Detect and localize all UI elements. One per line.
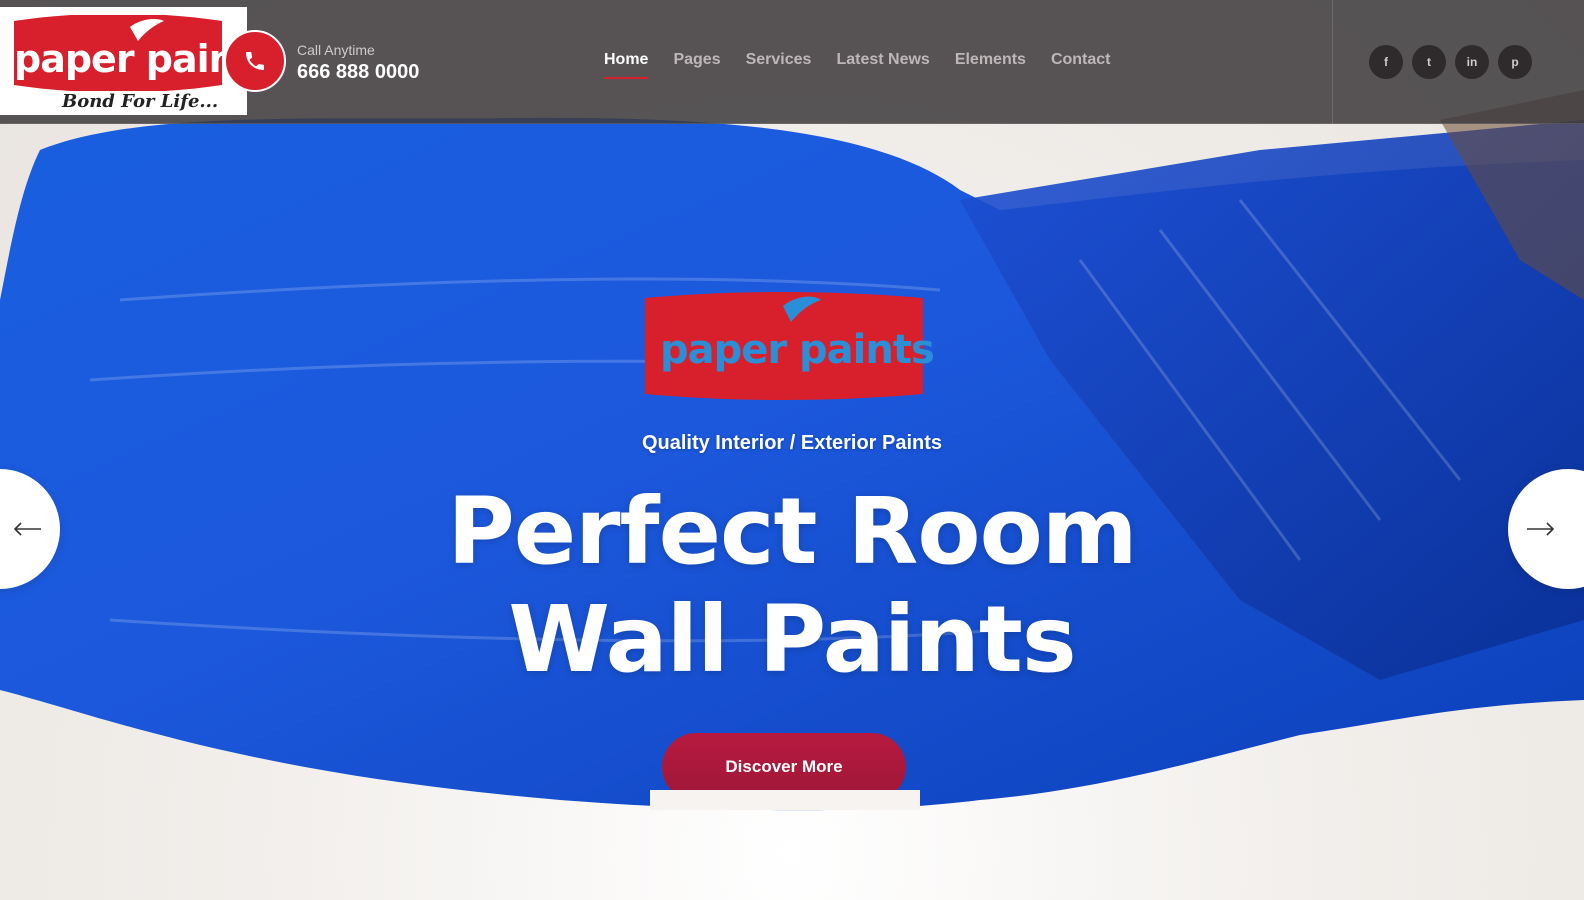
header-divider bbox=[1332, 0, 1333, 124]
pinterest-icon[interactable]: p bbox=[1498, 45, 1532, 79]
call-label: Call Anytime bbox=[297, 42, 375, 58]
logo-text: paper paints bbox=[14, 37, 275, 81]
nav-item-latest-news[interactable]: Latest News bbox=[836, 51, 929, 69]
nav-item-pages[interactable]: Pages bbox=[673, 51, 720, 69]
nav-item-contact[interactable]: Contact bbox=[1051, 51, 1111, 69]
facebook-icon[interactable]: f bbox=[1369, 45, 1403, 79]
arrow-right-icon bbox=[1527, 522, 1555, 536]
nav-item-services[interactable]: Services bbox=[746, 51, 812, 69]
call-number[interactable]: 666 888 0000 bbox=[297, 61, 419, 84]
twitter-icon[interactable]: t bbox=[1412, 45, 1446, 79]
site-header: paper paints Bond For Life... Call Anyti… bbox=[0, 0, 1584, 124]
logo-tagline: Bond For Life... bbox=[62, 91, 219, 112]
linkedin-icon[interactable]: in bbox=[1455, 45, 1489, 79]
site-logo[interactable]: paper paints Bond For Life... bbox=[0, 7, 275, 115]
hero-subtitle: Quality Interior / Exterior Paints bbox=[641, 432, 943, 454]
phone-glyph-icon bbox=[246, 52, 264, 70]
hero-logo-text: paper paints bbox=[660, 327, 935, 373]
nav-item-home[interactable]: Home bbox=[604, 51, 649, 79]
hero-headline-line-2: Wall Paints bbox=[508, 586, 1076, 693]
phone-icon[interactable] bbox=[224, 30, 286, 92]
hero-headline-line-1: Perfect Room bbox=[447, 478, 1137, 585]
cta-overlap-mask bbox=[650, 790, 920, 810]
arrow-left-icon bbox=[13, 522, 41, 536]
hero-headline: Perfect Room Wall Paints bbox=[0, 478, 1584, 694]
main-nav: Home Pages Services Latest News Elements… bbox=[604, 51, 1136, 79]
nav-item-elements[interactable]: Elements bbox=[955, 51, 1026, 69]
social-links: f t in p bbox=[1369, 45, 1541, 79]
